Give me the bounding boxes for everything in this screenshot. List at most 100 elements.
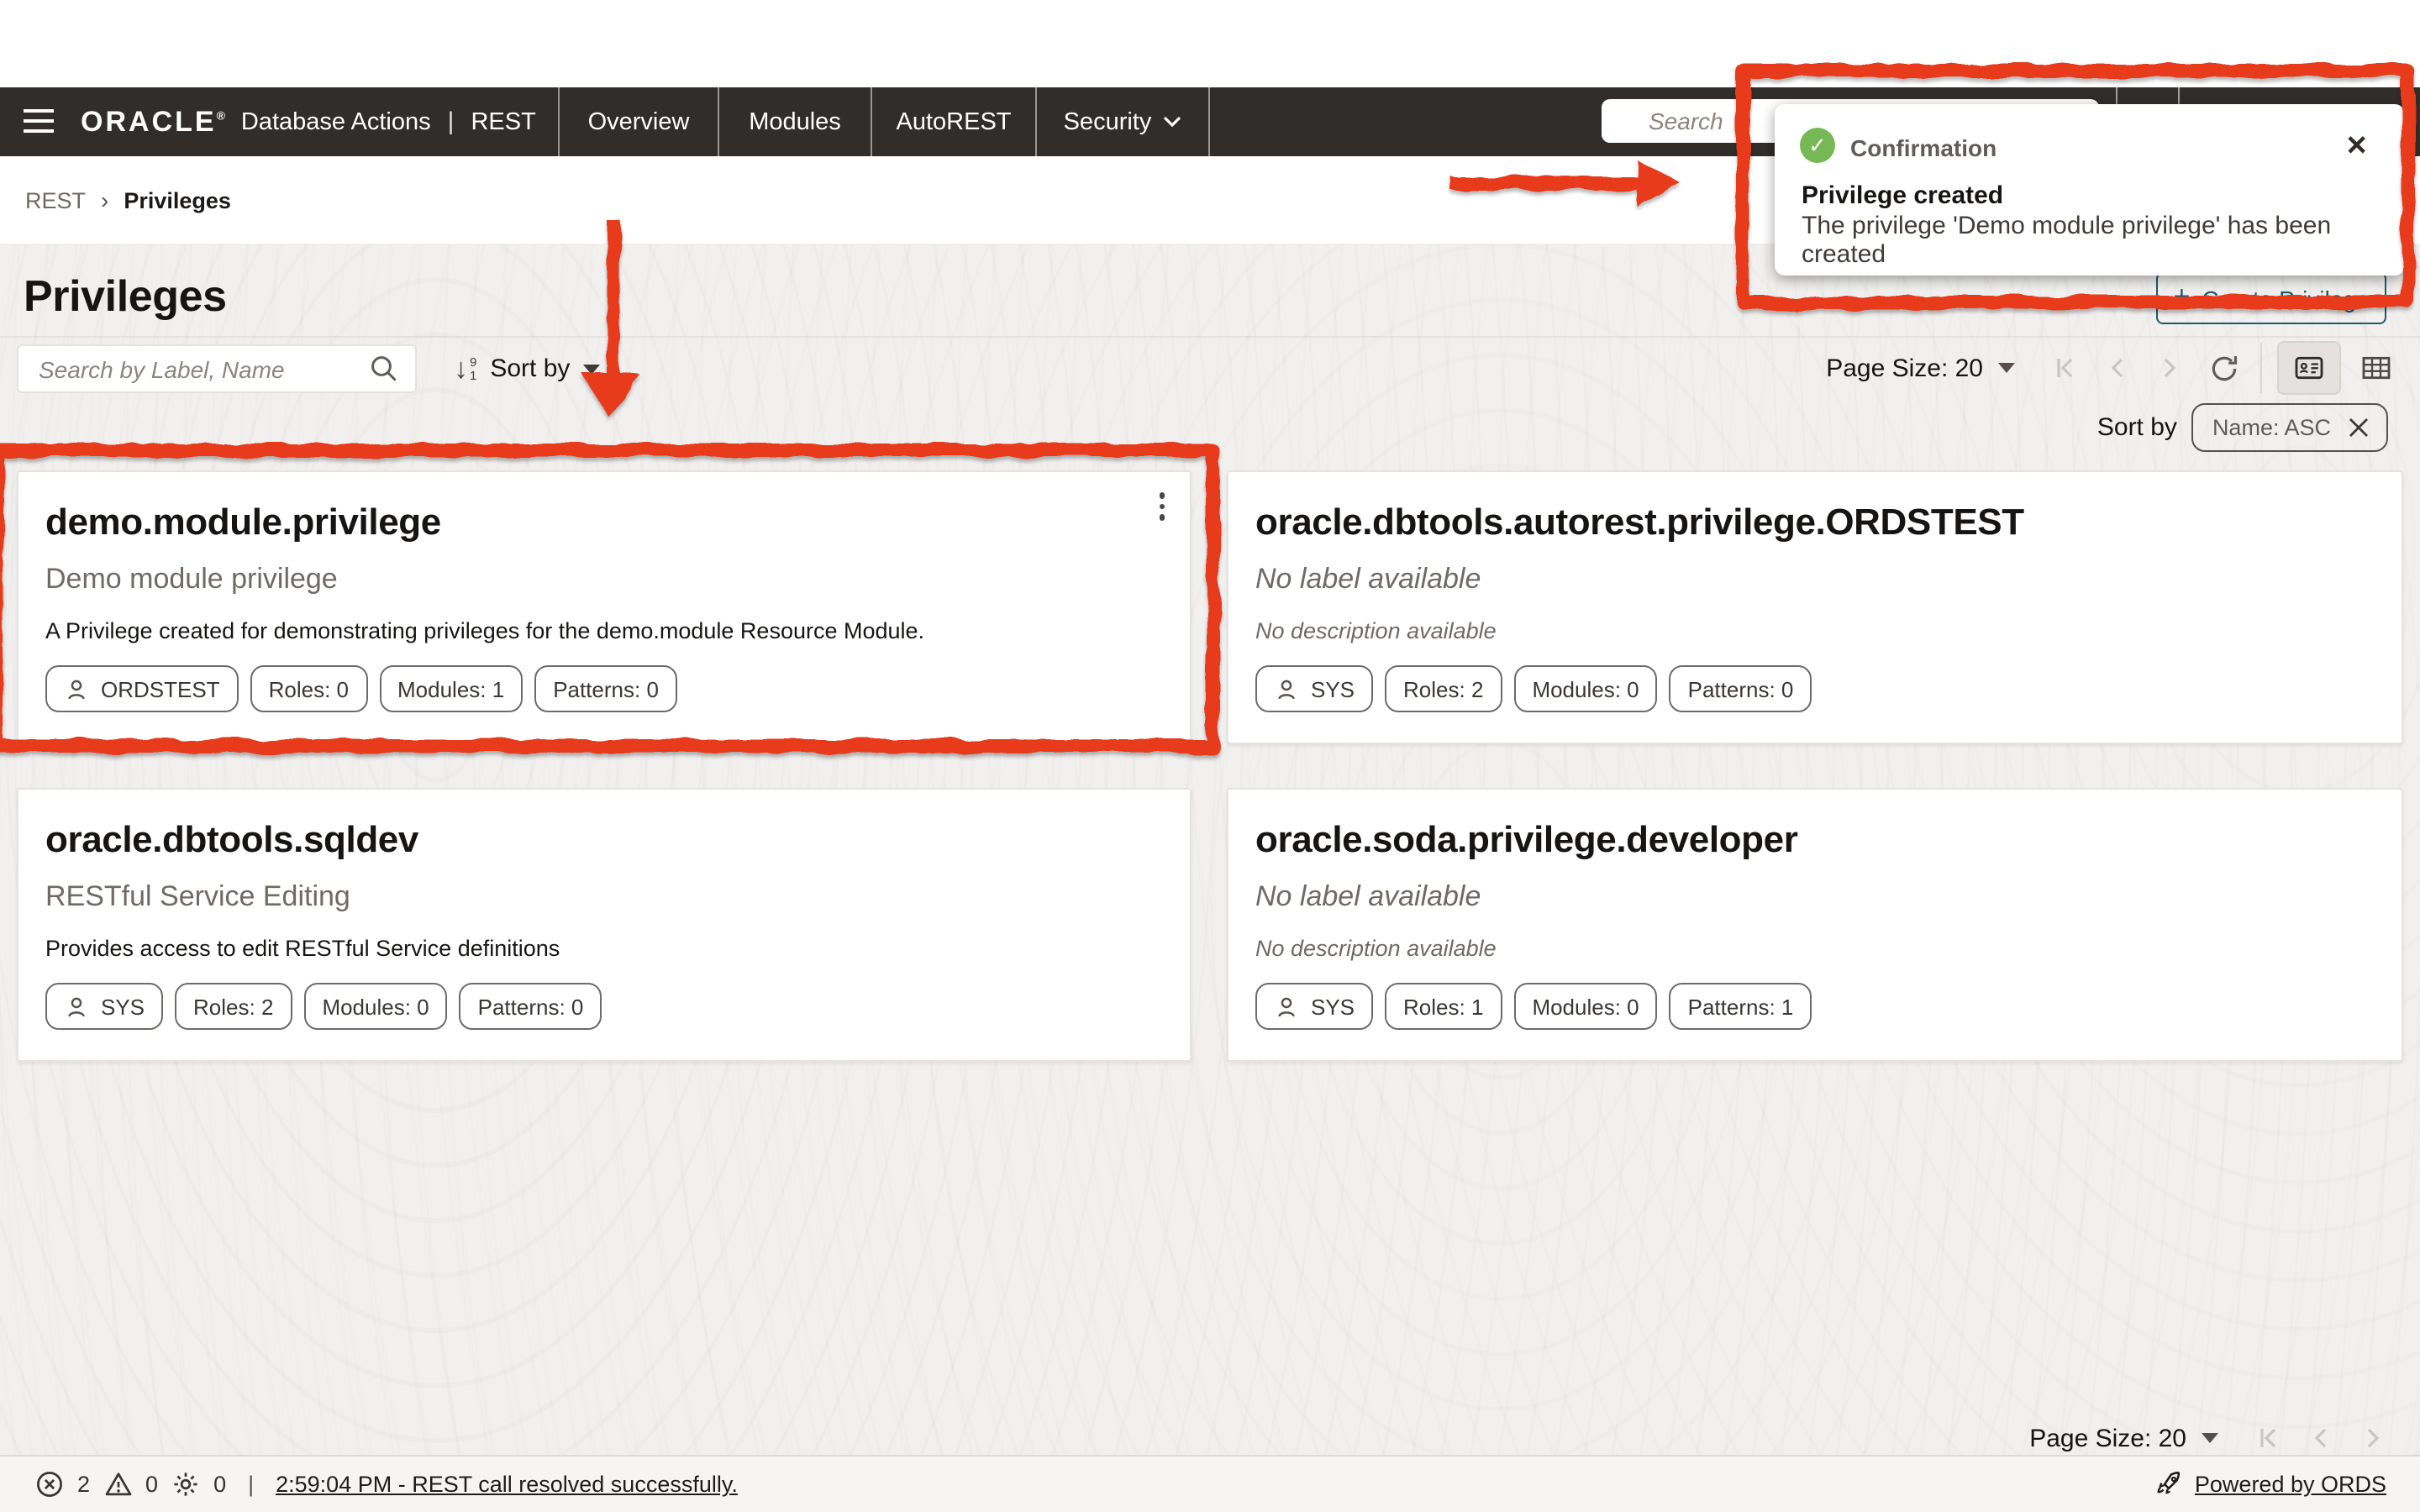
nav-tabs: Overview Modules AutoREST Security [558, 87, 1210, 156]
chevron-down-icon [1163, 116, 1181, 128]
privilege-description: A Privilege created for demonstrating pr… [45, 618, 1163, 643]
status-message-link[interactable]: 2:59:04 PM - REST call resolved successf… [276, 1472, 738, 1497]
card-menu-kebab-icon[interactable] [1159, 492, 1165, 520]
previous-page-button[interactable] [2307, 1425, 2334, 1452]
process-count: 0 [213, 1472, 226, 1497]
warnings-icon[interactable] [103, 1470, 132, 1499]
roles-badge: Roles: 0 [250, 665, 367, 712]
search-icon[interactable] [370, 354, 398, 383]
first-page-button[interactable] [2052, 354, 2079, 381]
hamburger-menu-icon[interactable] [24, 109, 54, 133]
privilege-description: No description available [1255, 618, 2375, 643]
active-sort-row: Sort by Name: ASC [2097, 402, 2388, 452]
privilege-label: Demo module privilege [45, 563, 1163, 596]
modules-badge: Modules: 0 [303, 983, 447, 1030]
powered-by-ords-link[interactable]: Powered by ORDS [2195, 1472, 2386, 1497]
tab-security[interactable]: Security [1035, 87, 1210, 156]
patterns-badge: Patterns: 0 [534, 665, 677, 712]
privilege-label: RESTful Service Editing [45, 880, 1163, 914]
roles-badge: Roles: 1 [1385, 983, 1502, 1030]
sort-numeric-icon: ↓ 91 [454, 354, 476, 383]
refresh-icon[interactable] [2208, 352, 2240, 384]
privilege-name: demo.module.privilege [45, 501, 1163, 544]
toast-close-icon[interactable]: ✕ [2345, 129, 2368, 163]
privilege-label: No label available [1255, 563, 2375, 596]
oracle-database-actions-app: ORACLE® Database Actions | REST Overview… [0, 0, 2420, 1512]
breadcrumb-chevron-icon: › [101, 186, 108, 213]
registered-mark: ® [217, 111, 228, 123]
modules-badge: Modules: 0 [1513, 983, 1657, 1030]
privilege-description: No description available [1255, 936, 2375, 961]
previous-page-button[interactable] [2104, 354, 2131, 381]
user-icon [1274, 994, 1299, 1019]
user-icon [64, 676, 89, 701]
privilege-card-demo-module[interactable]: demo.module.privilege Demo module privil… [17, 470, 1192, 744]
first-page-button[interactable] [2255, 1425, 2282, 1452]
status-counters: 2 0 0 | 2:59:04 PM - REST call resolved … [35, 1470, 738, 1499]
brand[interactable]: ORACLE® Database Actions | REST [81, 87, 536, 156]
owner-badge: SYS [1255, 983, 1373, 1030]
toast-title: Privilege created [1802, 181, 2003, 210]
content-area: Privileges + Create Privilege ↓ 91 Sort … [0, 244, 2420, 1455]
table-view-toggle[interactable] [2360, 351, 2393, 385]
sort-by-label: Sort by [490, 354, 570, 383]
privilege-card-soda-developer[interactable]: oracle.soda.privilege.developer No label… [1227, 788, 2403, 1062]
create-privilege-button[interactable]: + Create Privilege [2156, 272, 2386, 324]
privilege-card-sqldev[interactable]: oracle.dbtools.sqldev RESTful Service Ed… [17, 788, 1192, 1062]
privilege-name: oracle.dbtools.sqldev [45, 818, 1163, 862]
tab-autorest[interactable]: AutoREST [871, 87, 1035, 156]
header-divider [0, 336, 2420, 338]
toast-header: Confirmation [1850, 134, 1996, 161]
next-page-button[interactable] [2360, 1425, 2386, 1452]
brand-product-label: Database Actions [241, 108, 431, 135]
warning-count: 0 [145, 1472, 158, 1497]
rocket-icon [2154, 1470, 2183, 1499]
sort-chip-name-asc[interactable]: Name: ASC [2192, 402, 2388, 451]
sort-by-label: Sort by [2097, 412, 2177, 441]
privilege-card-grid: demo.module.privilege Demo module privil… [17, 470, 2403, 1062]
errors-icon[interactable] [35, 1470, 64, 1499]
privilege-search-input[interactable] [18, 355, 370, 382]
next-page-button[interactable] [2156, 354, 2183, 381]
page-size-dropdown[interactable]: Page Size: 20 [2029, 1424, 2218, 1452]
breadcrumb-current: Privileges [124, 187, 231, 213]
modules-badge: Modules: 0 [1513, 665, 1657, 712]
card-view-toggle[interactable] [2277, 341, 2341, 395]
tab-modules[interactable]: Modules [718, 87, 871, 156]
patterns-badge: Patterns: 0 [460, 983, 602, 1030]
brand-separator: | [445, 108, 458, 136]
badge-row: ORDSTEST Roles: 0 Modules: 1 Patterns: 0 [45, 665, 1163, 712]
oracle-logo: ORACLE® [81, 105, 228, 139]
privilege-search [17, 344, 417, 393]
plus-icon: + [2173, 280, 2190, 313]
sort-by-dropdown[interactable]: ↓ 91 Sort by [454, 344, 600, 393]
owner-badge: ORDSTEST [45, 665, 239, 712]
bottom-pagination: Page Size: 20 [2029, 1416, 2386, 1460]
page-title: Privileges [24, 270, 227, 323]
tab-overview[interactable]: Overview [558, 87, 718, 156]
privilege-card-autorest-ordstest[interactable]: oracle.dbtools.autorest.privilege.ORDSTE… [1227, 470, 2403, 744]
user-icon [64, 994, 89, 1019]
badge-row: SYS Roles: 1 Modules: 0 Patterns: 1 [1255, 983, 2375, 1030]
patterns-badge: Patterns: 0 [1670, 665, 1812, 712]
badge-row: SYS Roles: 2 Modules: 0 Patterns: 0 [1255, 665, 2375, 712]
page-size-dropdown[interactable]: Page Size: 20 [1826, 354, 2015, 382]
powered-by: Powered by ORDS [2154, 1470, 2386, 1499]
processes-gear-icon[interactable] [171, 1470, 200, 1499]
roles-badge: Roles: 2 [1385, 665, 1502, 712]
footer-divider: | [239, 1472, 262, 1497]
user-icon [1274, 676, 1299, 701]
brand-context-label: REST [471, 108, 535, 135]
owner-badge: SYS [45, 983, 163, 1030]
privilege-name: oracle.dbtools.autorest.privilege.ORDSTE… [1255, 501, 2375, 544]
roles-badge: Roles: 2 [175, 983, 292, 1030]
badge-row: SYS Roles: 2 Modules: 0 Patterns: 0 [45, 983, 1163, 1030]
caret-down-icon [1998, 363, 2015, 373]
toast-message: The privilege 'Demo module privilege' ha… [1802, 212, 2370, 270]
top-pagination: Page Size: 20 [1826, 341, 2393, 395]
remove-sort-icon[interactable] [2348, 416, 2370, 438]
caret-down-icon [2202, 1433, 2218, 1443]
breadcrumb-rest-link[interactable]: REST [25, 187, 86, 213]
modules-badge: Modules: 1 [379, 665, 523, 712]
caret-down-icon [583, 364, 600, 374]
